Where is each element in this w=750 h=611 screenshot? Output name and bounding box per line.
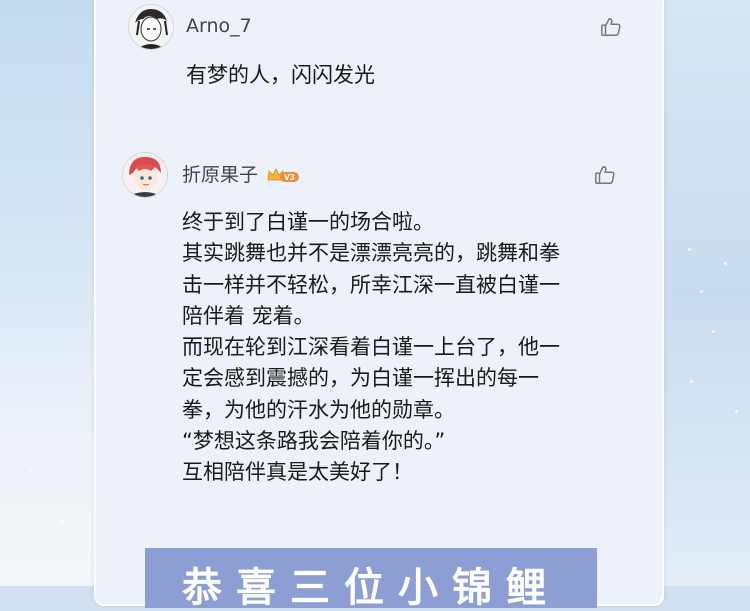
comment-line: 有梦的人，闪闪发光 bbox=[186, 63, 375, 87]
snow-dot bbox=[688, 248, 691, 251]
username[interactable]: Arno_7 bbox=[186, 15, 252, 37]
snow-dot bbox=[30, 470, 33, 473]
snow-dot bbox=[735, 410, 738, 413]
username[interactable]: 折原果子 bbox=[182, 164, 258, 186]
avatar[interactable] bbox=[128, 4, 174, 50]
comment-line: 定会感到震撼的，为白谨一挥出的每一 bbox=[182, 366, 539, 391]
comment-line: 终于到了白谨一的场合啦。 bbox=[182, 210, 434, 234]
comment-line: 击一样并不轻松，所幸江深一直被白谨一 bbox=[182, 272, 560, 297]
comment-line: 而现在轮到江深看着白谨一上台了，他一 bbox=[182, 335, 560, 360]
comments-card: Arno_7 有梦的人，闪闪发光 折原果子 V3 终于到了白谨一的场合啦。 其实… bbox=[94, 0, 664, 606]
avatar[interactable] bbox=[122, 152, 168, 198]
username-row: 折原果子 V3 bbox=[182, 160, 300, 187]
snow-dot bbox=[712, 330, 715, 333]
thumbs-up-icon[interactable] bbox=[594, 164, 616, 186]
background-left bbox=[0, 0, 100, 586]
snow-dot bbox=[690, 380, 693, 383]
crown-badge-icon: V3 bbox=[266, 166, 300, 184]
comment-line: 陪伴着 宠着。 bbox=[182, 303, 315, 328]
snow-dot bbox=[700, 290, 703, 293]
thumbs-up-icon[interactable] bbox=[600, 16, 622, 38]
comment-line: 拳，为他的汗水为他的勋章。 bbox=[182, 397, 455, 422]
background-right bbox=[660, 0, 750, 586]
comment-text: 终于到了白谨一的场合啦。 其实跳舞也并不是漂漂亮亮的，跳舞和拳 击一样并不轻松，… bbox=[182, 207, 560, 489]
comment-line: 互相陪伴真是太美好了！ bbox=[182, 460, 413, 485]
congrats-banner: 恭喜三位小锦鲤 bbox=[145, 548, 597, 611]
comment-line: “梦想这条路我会陪着你的。” bbox=[182, 429, 446, 454]
comment-line: 其实跳舞也并不是漂漂亮亮的，跳舞和拳 bbox=[182, 241, 560, 266]
banner-title: 恭喜三位小锦鲤 bbox=[182, 565, 560, 611]
snow-dot bbox=[724, 262, 727, 265]
snow-dot bbox=[60, 520, 63, 523]
badge-label: V3 bbox=[284, 173, 295, 182]
comment-text: 有梦的人，闪闪发光 bbox=[186, 60, 375, 91]
